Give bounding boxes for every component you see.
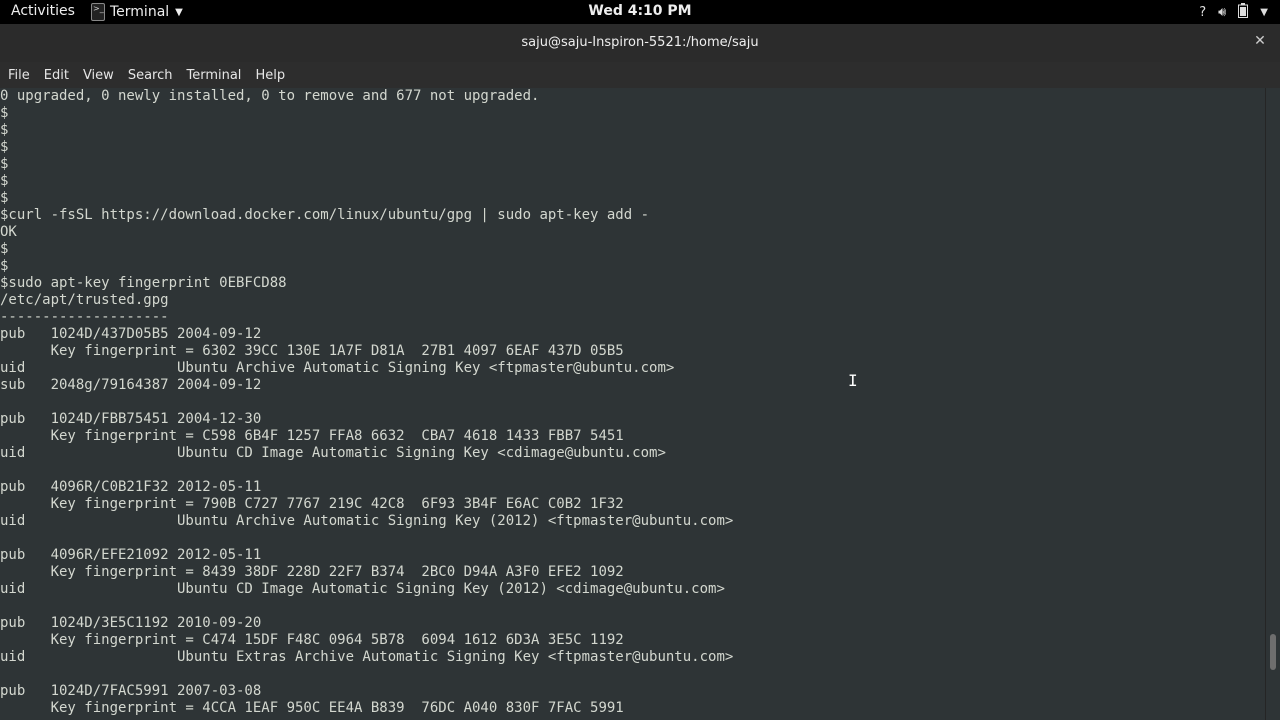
terminal-line: Key fingerprint = 4CCA 1EAF 950C EE4A B8… <box>0 700 624 716</box>
activities-button[interactable]: Activities <box>11 3 75 19</box>
terminal-line: pub 1024D/3E5C1192 2010-09-20 <box>0 615 262 631</box>
volume-icon[interactable]: 🔊︎ <box>1218 5 1226 20</box>
chevron-down-icon: ▼ <box>175 6 183 18</box>
terminal-output[interactable]: 0 upgraded, 0 newly installed, 0 to remo… <box>0 88 1266 720</box>
menu-search[interactable]: Search <box>121 68 180 83</box>
menu-help[interactable]: Help <box>248 68 292 83</box>
help-icon[interactable]: ? <box>1199 5 1206 20</box>
terminal-line: Key fingerprint = 8439 38DF 228D 22F7 B3… <box>0 564 624 580</box>
menu-terminal[interactable]: Terminal <box>179 68 248 83</box>
terminal-line: $ <box>0 241 9 257</box>
terminal-line: Key fingerprint = C598 6B4F 1257 FFA8 66… <box>0 428 624 444</box>
menu-bar: File Edit View Search Terminal Help <box>0 62 1280 88</box>
terminal-line: uid Ubuntu Archive Automatic Signing Key… <box>0 513 734 529</box>
terminal-app-icon: >_ <box>91 3 105 21</box>
terminal-line: 0 upgraded, 0 newly installed, 0 to remo… <box>0 88 540 104</box>
terminal-line: pub 1024D/7FAC5991 2007-03-08 <box>0 683 262 699</box>
terminal-line: $ <box>0 139 9 155</box>
clock[interactable]: Wed 4:10 PM <box>588 3 691 19</box>
window-titlebar[interactable]: saju@saju-Inspiron-5521:/home/saju ✕ <box>0 24 1280 63</box>
terminal-line: sub 2048g/79164387 2004-09-12 <box>0 377 262 393</box>
close-icon[interactable]: ✕ <box>1252 33 1268 49</box>
terminal-line: $sudo apt-key fingerprint 0EBFCD88 <box>0 275 287 291</box>
window-title: saju@saju-Inspiron-5521:/home/saju <box>521 35 759 50</box>
scrollbar[interactable] <box>1265 88 1280 720</box>
terminal-line: Key fingerprint = C474 15DF F48C 0964 5B… <box>0 632 624 648</box>
terminal-line: uid Ubuntu CD Image Automatic Signing Ke… <box>0 581 725 597</box>
terminal-line: $ <box>0 122 9 138</box>
terminal-line: pub 4096R/EFE21092 2012-05-11 <box>0 547 262 563</box>
menu-file[interactable]: File <box>0 68 37 83</box>
terminal-line: uid Ubuntu CD Image Automatic Signing Ke… <box>0 445 666 461</box>
gnome-top-bar: Activities >_ Terminal ▼ Wed 4:10 PM ? 🔊… <box>0 0 1280 24</box>
terminal-line: pub 1024D/437D05B5 2004-09-12 <box>0 326 262 342</box>
app-menu[interactable]: >_ Terminal ▼ <box>91 0 183 24</box>
terminal-line: $ <box>0 190 9 206</box>
battery-icon[interactable] <box>1238 2 1249 22</box>
terminal-text: 0 upgraded, 0 newly installed, 0 to remo… <box>0 88 1266 717</box>
terminal-line: Key fingerprint = 790B C727 7767 219C 42… <box>0 496 624 512</box>
scrollbar-thumb[interactable] <box>1270 634 1276 670</box>
terminal-line: OK <box>0 224 17 240</box>
menu-edit[interactable]: Edit <box>37 68 76 83</box>
menu-view[interactable]: View <box>76 68 121 83</box>
terminal-line: uid Ubuntu Archive Automatic Signing Key… <box>0 360 675 376</box>
system-tray[interactable]: ? 🔊︎ ▼ <box>1199 2 1268 22</box>
terminal-line: pub 1024D/FBB75451 2004-12-30 <box>0 411 262 427</box>
terminal-line: pub 4096R/C0B21F32 2012-05-11 <box>0 479 262 495</box>
terminal-line: $curl -fsSL https://download.docker.com/… <box>0 207 650 223</box>
terminal-line: Key fingerprint = 6302 39CC 130E 1A7F D8… <box>0 343 624 359</box>
terminal-line: -------------------- <box>0 309 169 325</box>
terminal-line: $ <box>0 258 9 274</box>
terminal-line: uid Ubuntu Extras Archive Automatic Sign… <box>0 649 734 665</box>
dropdown-icon[interactable]: ▼ <box>1260 7 1268 18</box>
mouse-cursor-ibeam-icon: I <box>848 371 858 390</box>
terminal-line: $ <box>0 156 9 172</box>
terminal-line: $ <box>0 105 9 121</box>
app-menu-label: Terminal <box>110 4 170 20</box>
terminal-line: $ <box>0 173 9 189</box>
terminal-line: /etc/apt/trusted.gpg <box>0 292 169 308</box>
